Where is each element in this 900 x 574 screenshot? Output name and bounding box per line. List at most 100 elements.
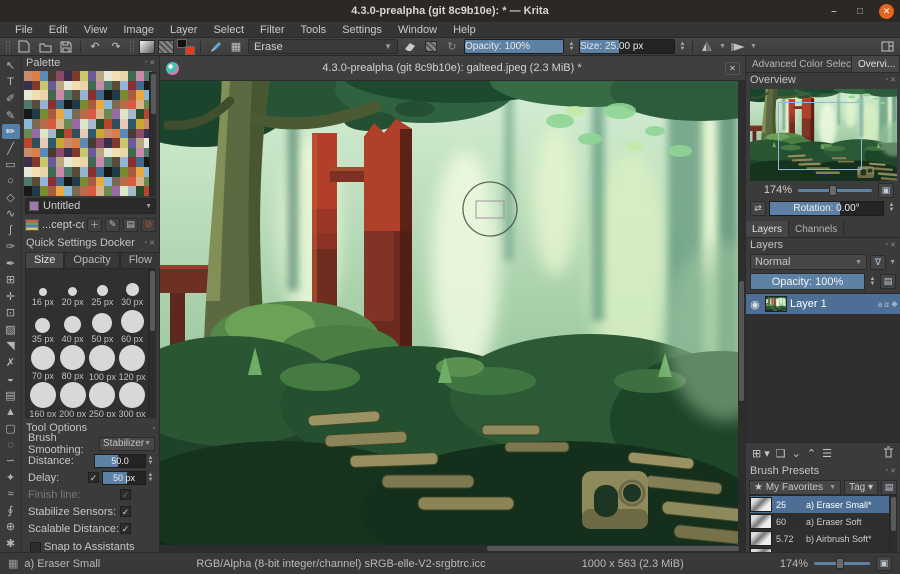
palette-swatch[interactable]: [104, 147, 112, 158]
palette-swatch[interactable]: [80, 128, 88, 139]
move-tool[interactable]: ✛: [2, 289, 20, 304]
palette-swatch[interactable]: [120, 128, 128, 139]
tag-filter-combo[interactable]: ★ My Favorites ▼: [749, 480, 842, 495]
palette-swatch[interactable]: [104, 90, 112, 100]
pan-tool[interactable]: ✱: [2, 536, 20, 551]
palette-swatch[interactable]: [72, 186, 80, 196]
redo-icon[interactable]: ↷: [107, 39, 125, 55]
palette-swatch[interactable]: [136, 109, 144, 120]
size-preset[interactable]: 25 px: [88, 271, 118, 308]
calligraphy-tool[interactable]: ✎: [2, 107, 20, 122]
palette-swatch[interactable]: [56, 80, 64, 91]
overview-docker-header[interactable]: Overview ▫ ✕: [746, 73, 900, 87]
palette-swatch[interactable]: [88, 138, 96, 148]
open-document-icon[interactable]: [36, 39, 54, 55]
palette-swatch[interactable]: [136, 128, 144, 139]
bezier-select-tool[interactable]: ∮: [2, 503, 20, 518]
color-sampler-tool[interactable]: ◥: [2, 338, 20, 353]
palette-swatch[interactable]: [120, 99, 128, 110]
wrap-dropdown-arrow[interactable]: ▼: [750, 43, 757, 50]
palette-swatch[interactable]: [64, 71, 72, 81]
menu-item[interactable]: Layer: [163, 24, 205, 36]
brush-presets-docker-header[interactable]: Brush Presets ▫ ✕: [746, 464, 900, 478]
brush-preset-row[interactable]: 60 a) Eraser Soft: [750, 513, 896, 530]
palette-swatch[interactable]: [112, 109, 120, 120]
palette-swatch[interactable]: [96, 147, 104, 158]
float-docker-icon[interactable]: ▫: [153, 425, 155, 432]
toolbar-drag-handle[interactable]: [6, 40, 10, 53]
palette-swatch[interactable]: [136, 167, 144, 177]
palette-swatch[interactable]: [88, 80, 96, 91]
maximize-button[interactable]: □: [853, 6, 867, 17]
palette-swatch[interactable]: [88, 128, 96, 139]
palette-swatch[interactable]: [120, 80, 128, 91]
palette-swatch[interactable]: [112, 138, 120, 148]
palette-swatch[interactable]: [104, 119, 112, 129]
palette-swatch[interactable]: [120, 71, 128, 81]
size-preset[interactable]: 160 px: [28, 382, 58, 417]
menu-item[interactable]: Tools: [294, 24, 334, 36]
tag-button[interactable]: Tag ▾: [844, 480, 878, 495]
rectangle-tool[interactable]: ▭: [2, 157, 20, 172]
menu-item[interactable]: Edit: [42, 24, 75, 36]
palette-swatch[interactable]: [24, 119, 32, 129]
size-preset[interactable]: 20 px: [58, 271, 88, 308]
palette-swatch[interactable]: [40, 186, 48, 196]
palette-grid[interactable]: [24, 71, 152, 196]
palette-swatch[interactable]: [104, 167, 112, 177]
size-slider[interactable]: Size: 25.00 px: [579, 39, 675, 54]
palette-swatch[interactable]: [136, 99, 144, 110]
palette-swatch[interactable]: [24, 157, 32, 168]
palette-swatch[interactable]: [24, 99, 32, 110]
close-docker-icon[interactable]: ✕: [890, 241, 896, 249]
float-docker-icon[interactable]: ▫: [886, 467, 888, 475]
palette-swatch[interactable]: [96, 99, 104, 110]
palette-swatch[interactable]: [96, 157, 104, 168]
brush-preset-combo[interactable]: Erase ▼: [248, 39, 398, 54]
palette-swatch[interactable]: [24, 80, 32, 91]
save-icon[interactable]: [57, 39, 75, 55]
palette-swatch[interactable]: [136, 147, 144, 158]
wrap-around-icon[interactable]: [729, 39, 747, 55]
float-docker-icon[interactable]: ▫: [886, 76, 888, 84]
palette-swatch[interactable]: [112, 167, 120, 177]
stabilize-sensors-checkbox[interactable]: ✓: [120, 506, 131, 517]
palette-swatch[interactable]: [64, 167, 72, 177]
statusbar-zoom-icon[interactable]: ▣: [876, 556, 893, 571]
palette-swatch[interactable]: [80, 109, 88, 120]
palette-swatch[interactable]: [40, 71, 48, 81]
foreground-background-colors[interactable]: [177, 38, 195, 55]
palette-swatch[interactable]: [48, 90, 56, 100]
palette-swatch[interactable]: [104, 128, 112, 139]
palette-row-arrow-icon[interactable]: ▼: [145, 203, 152, 210]
palette-swatch[interactable]: [136, 157, 144, 168]
menu-item[interactable]: File: [8, 24, 40, 36]
palette-swatch[interactable]: [72, 147, 80, 158]
layer-properties-icon[interactable]: ▤: [880, 274, 896, 289]
palette-swatch[interactable]: [88, 90, 96, 100]
palette-swatch[interactable]: [32, 186, 40, 196]
palette-swatch[interactable]: [72, 80, 80, 91]
snap-to-assistants-checkbox[interactable]: [30, 541, 41, 553]
palette-swatch[interactable]: [48, 71, 56, 81]
palette-swatch[interactable]: [72, 167, 80, 177]
ellipse-tool[interactable]: ○: [2, 173, 20, 188]
delay-checkbox[interactable]: ✓: [88, 472, 99, 483]
mirror-horizontal-icon[interactable]: [698, 39, 716, 55]
palette-swatch[interactable]: [96, 138, 104, 148]
palette-swatch[interactable]: [128, 138, 136, 148]
rotation-slider[interactable]: Rotation: 0.00°: [769, 200, 884, 216]
gradient-tool[interactable]: ▨: [2, 322, 20, 337]
tab-channels[interactable]: Channels: [789, 221, 845, 237]
canvas-horizontal-scrollbar[interactable]: [160, 545, 745, 552]
palette-swatch[interactable]: [136, 80, 144, 91]
palette-swatch[interactable]: [96, 176, 104, 187]
menu-item[interactable]: Settings: [335, 24, 389, 36]
layers-docker-header[interactable]: Layers ▫ ✕: [746, 238, 900, 252]
quick-settings-docker-header[interactable]: Quick Settings Docker ▫ ✕: [22, 236, 159, 250]
palette-swatch[interactable]: [32, 71, 40, 81]
palette-scrollbar[interactable]: [149, 72, 156, 197]
layer-row[interactable]: ◉ Layer 1 a α ❖: [746, 294, 900, 314]
minimize-button[interactable]: –: [827, 6, 841, 17]
palette-swatch[interactable]: [80, 186, 88, 196]
